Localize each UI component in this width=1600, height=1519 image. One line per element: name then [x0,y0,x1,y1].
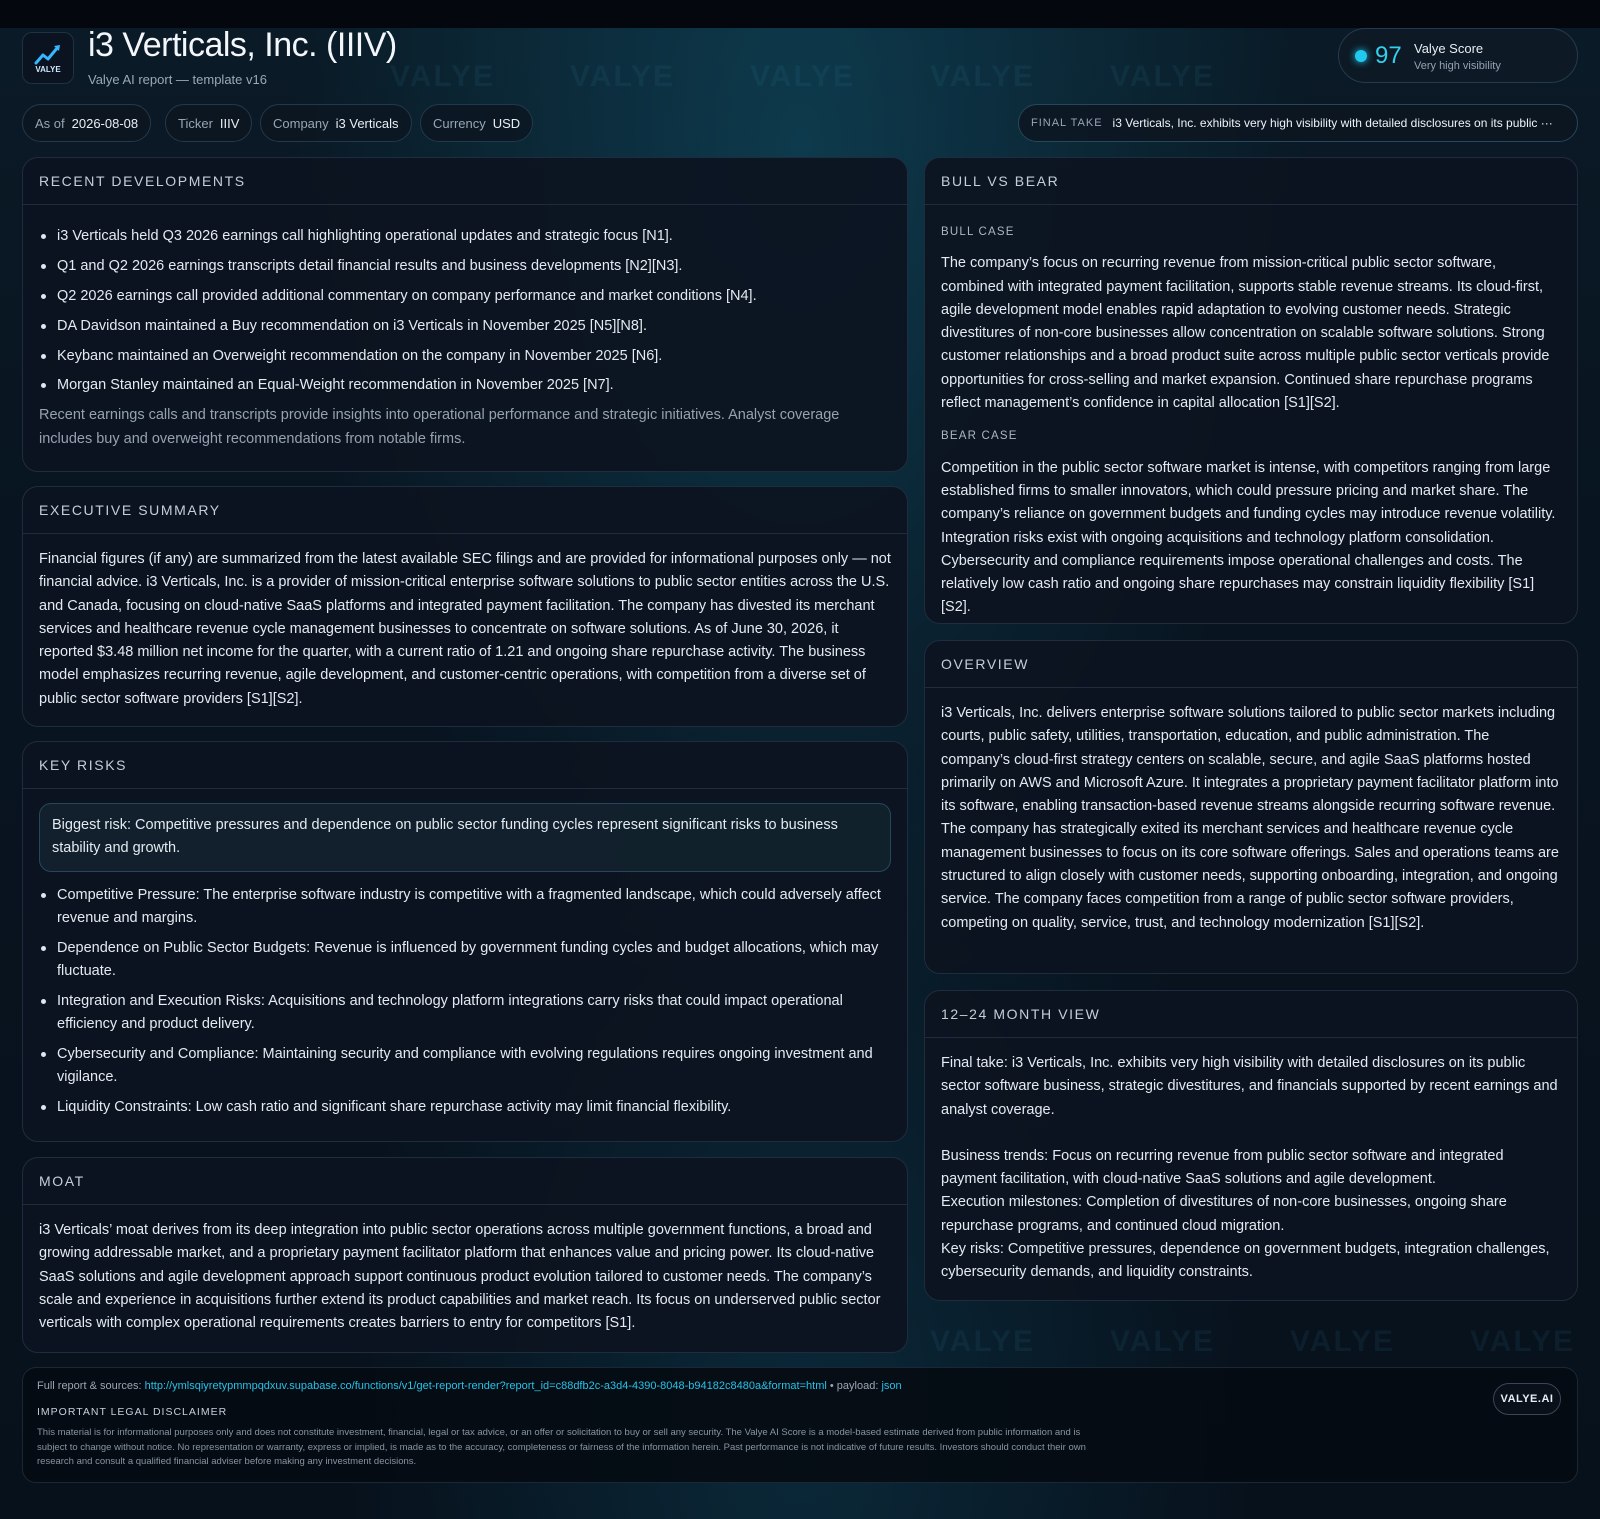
chip-ticker: Ticker IIIV [165,104,253,142]
chip-currency: Currency USD [420,104,534,142]
bull-case-heading: BULL CASE [941,226,1015,238]
status-dot-icon [1355,50,1367,62]
valye-score-badge: 97 Valye Score Very high visibility [1338,28,1578,83]
report-link[interactable]: http://ymlsqiyretypmmpqdxuv.supabase.co/… [145,1380,827,1392]
chip-key: Currency [433,115,486,131]
moat-card: MOAT i3 Verticals’ moat derives from its… [22,1157,908,1353]
watermark: VALYE [750,60,856,93]
list-item: Q2 2026 earnings call provided additiona… [39,285,891,308]
biggest-risk-callout: Biggest risk: Competitive pressures and … [39,803,891,872]
recent-note: Recent earnings calls and transcripts pr… [39,407,840,447]
list-item: Competitive Pressure: The enterprise sof… [39,884,891,931]
final-take-label: FINAL TAKE [1031,117,1103,129]
recent-developments-card: RECENT DEVELOPMENTS i3 Verticals held Q3… [22,157,908,472]
list-item: Keybanc maintained an Overweight recomme… [39,345,891,368]
watermark: VALYE [1110,60,1216,93]
list-item: Cybersecurity and Compliance: Maintainin… [39,1043,891,1090]
chip-value: IIIV [219,115,240,131]
recent-developments-list: i3 Verticals held Q3 2026 earnings call … [39,225,891,398]
business-trends-text: Business trends: Focus on recurring reve… [941,1147,1504,1188]
score-value: 97 [1375,42,1402,69]
bull-vs-bear-card: BULL VS BEAR BULL CASE The company’s foc… [924,157,1578,624]
bull-case-text: The company’s focus on recurring revenue… [941,255,1550,412]
page-title: i3 Verticals, Inc. (IIIV) [88,26,397,64]
executive-summary-text: Financial figures (if any) are summarize… [39,551,891,707]
chip-value: USD [492,115,521,131]
watermark: VALYE [570,60,676,93]
chip-key: Ticker [178,115,213,131]
score-label: Valye Score [1414,41,1484,56]
final-take-pill[interactable]: FINAL TAKE i3 Verticals, Inc. exhibits v… [1018,104,1578,142]
list-item: Liquidity Constraints: Low cash ratio an… [39,1096,891,1119]
bear-case-text: Competition in the public sector softwar… [941,459,1556,616]
key-risks-card: KEY RISKS Biggest risk: Competitive pres… [22,741,908,1142]
card-title: OVERVIEW [925,641,1577,688]
list-item: Q1 and Q2 2026 earnings transcripts deta… [39,255,891,278]
overview-card: OVERVIEW i3 Verticals, Inc. delivers ent… [924,640,1578,974]
disclaimer-heading: IMPORTANT LEGAL DISCLAIMER [37,1406,228,1418]
valye-logo: VALYE [22,32,74,84]
card-title: BULL VS BEAR [925,158,1577,205]
overview-text: i3 Verticals, Inc. delivers enterprise s… [941,705,1559,931]
top-bar [0,0,1600,28]
month-view-card: 12–24 MONTH VIEW Final take: i3 Vertical… [924,990,1578,1301]
valye-ai-button[interactable]: VALYE.AI [1493,1383,1561,1415]
card-title: EXECUTIVE SUMMARY [23,487,907,534]
executive-summary-card: EXECUTIVE SUMMARY Financial figures (if … [22,486,908,727]
list-item: Integration and Execution Risks: Acquisi… [39,990,891,1037]
footer: Full report & sources: http://ymlsqiyret… [22,1367,1578,1483]
card-title: RECENT DEVELOPMENTS [23,158,907,205]
sources-label: Full report & sources: [37,1380,142,1392]
watermark: VALYE [930,1325,1036,1358]
key-risks-list: Competitive Pressure: The enterprise sof… [39,884,891,1119]
execution-milestones-text: Execution milestones: Completion of dive… [941,1194,1507,1234]
chart-arrow-icon [34,44,60,64]
payload-json-link[interactable]: json [881,1380,901,1392]
chip-as-of: As of 2026-08-08 [22,104,152,142]
chip-key: As of [35,115,65,131]
payload-label: • payload: [829,1380,879,1392]
watermark: VALYE [930,60,1036,93]
list-item: i3 Verticals held Q3 2026 earnings call … [39,225,891,248]
score-sublabel: Very high visibility [1414,60,1501,72]
key-risks-text: Key risks: Competitive pressures, depend… [941,1241,1550,1281]
chip-value: 2026-08-08 [71,115,139,131]
card-title: KEY RISKS [23,742,907,789]
card-title: 12–24 MONTH VIEW [925,991,1577,1038]
chip-company: Company i3 Verticals [260,104,412,142]
list-item: Morgan Stanley maintained an Equal-Weigh… [39,374,891,397]
final-take-text: Final take: i3 Verticals, Inc. exhibits … [941,1055,1558,1118]
logo-text: VALYE [35,64,61,74]
watermark: VALYE [390,60,496,93]
watermark: VALYE [1110,1325,1216,1358]
watermark: VALYE [1290,1325,1396,1358]
chip-key: Company [273,115,329,131]
watermark: VALYE [1470,1325,1576,1358]
sources-line: Full report & sources: http://ymlsqiyret… [37,1380,902,1392]
bear-case-heading: BEAR CASE [941,430,1018,443]
final-take-text: i3 Verticals, Inc. exhibits very high vi… [1112,116,1553,130]
list-item: DA Davidson maintained a Buy recommendat… [39,315,891,338]
chip-value: i3 Verticals [335,115,399,131]
moat-text: i3 Verticals’ moat derives from its deep… [39,1222,881,1332]
card-title: MOAT [23,1158,907,1205]
list-item: Dependence on Public Sector Budgets: Rev… [39,937,891,984]
disclaimer-text: This material is for informational purpo… [37,1427,1086,1467]
page-subtitle: Valye AI report — template v16 [88,72,267,87]
